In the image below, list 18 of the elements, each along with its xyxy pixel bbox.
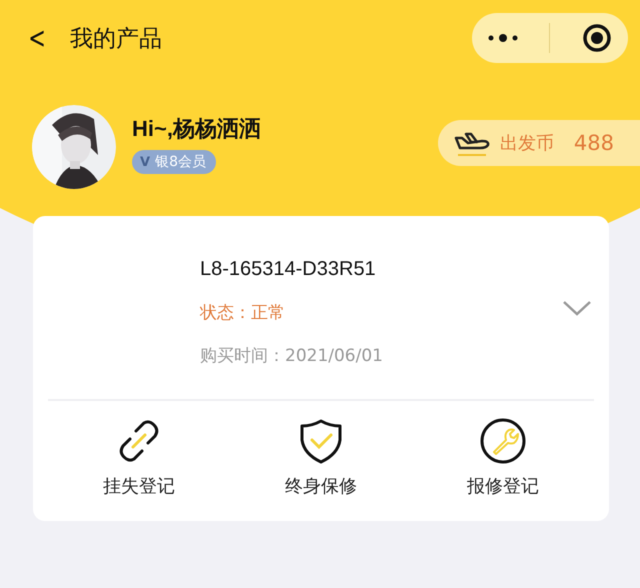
- product-serial: L8-165314-D33R51: [200, 258, 376, 281]
- purchase-date: 购买时间：2021/06/01: [200, 345, 383, 367]
- more-icon[interactable]: [488, 33, 518, 43]
- shield-check-icon: [298, 418, 344, 464]
- user-greeting: Hi~,杨杨洒洒: [132, 115, 261, 143]
- badge-mark: V: [140, 154, 150, 170]
- action-button[interactable]: 终身保修: [246, 417, 396, 499]
- target-icon[interactable]: [582, 23, 612, 53]
- page-title: 我的产品: [70, 24, 162, 54]
- coins-value: 488: [574, 131, 614, 155]
- action-button[interactable]: 挂失登记: [64, 417, 214, 499]
- member-level: 银8会员: [155, 153, 206, 171]
- chevron-icon[interactable]: [562, 298, 592, 316]
- action-button[interactable]: 报修登记: [428, 417, 578, 499]
- coins-label: 出发币: [500, 132, 554, 155]
- wrench-icon: [480, 418, 526, 464]
- back-button[interactable]: <: [26, 20, 48, 56]
- product-status: 状态：正常: [200, 302, 285, 324]
